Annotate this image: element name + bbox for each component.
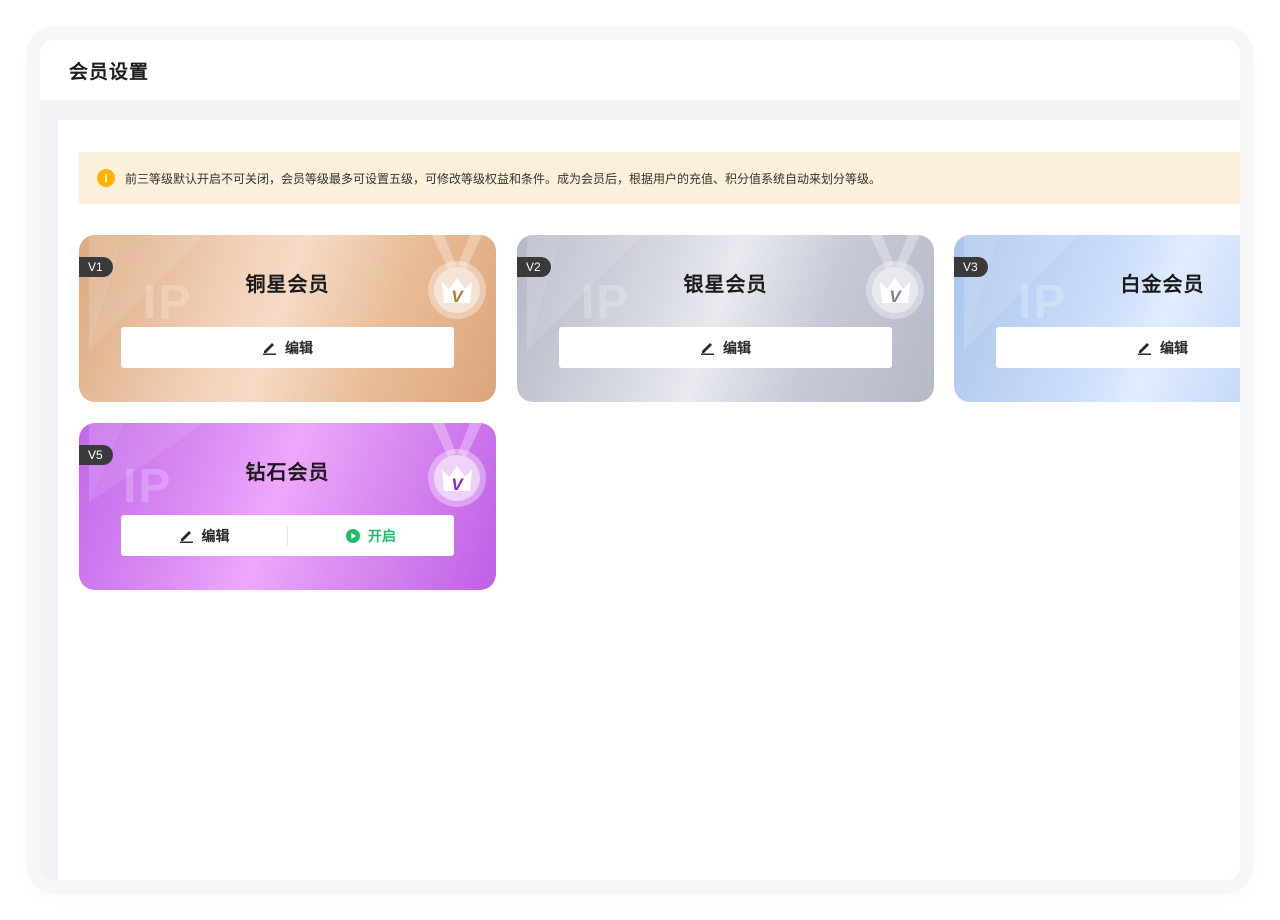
card-action-bar: 编辑 开启 [121,515,454,556]
medal-icon: V [864,235,926,325]
play-circle-icon [346,528,360,543]
page-header: 会员设置 [40,40,1240,100]
edit-label: 编辑 [285,340,313,357]
edit-label: 编辑 [201,528,230,545]
edit-button[interactable]: 编辑 [559,327,892,368]
member-card-platinum: IP V3 白金会员 V 编辑 [954,235,1240,402]
member-card-silver: IP V2 银星会员 V 编辑 [517,235,934,402]
medal-icon: V [426,235,488,325]
notice-banner: i 前三等级默认开启不可关闭，会员等级最多可设置五级，可修改等级权益和条件。成为… [79,152,1240,204]
pencil-icon [262,340,277,355]
card-action-bar: 编辑 [121,327,454,368]
card-action-bar: 编辑 [996,327,1240,368]
edit-button[interactable]: 编辑 [121,327,454,368]
content-panel: i 前三等级默认开启不可关闭，会员等级最多可设置五级，可修改等级权益和条件。成为… [58,120,1240,880]
enable-label: 开启 [368,528,396,545]
medal-icon: V [426,423,488,513]
medal-letter: V [889,287,902,306]
notice-text: 前三等级默认开启不可关闭，会员等级最多可设置五级，可修改等级权益和条件。成为会员… [125,171,882,186]
enable-button[interactable]: 开启 [288,515,454,556]
top-divider-bar [40,100,1240,120]
left-gutter [40,100,58,880]
page-title: 会员设置 [69,60,150,83]
app-frame: 会员设置 i 前三等级默认开启不可关闭，会员等级最多可设置五级，可修改等级权益和… [40,40,1240,880]
info-icon: i [97,169,115,187]
card-title: 白金会员 [1120,272,1205,296]
medal-letter: V [451,287,464,306]
card-action-bar: 编辑 [559,327,892,368]
edit-button[interactable]: 编辑 [121,515,287,556]
pencil-icon [1137,340,1152,355]
edit-button[interactable]: 编辑 [996,327,1240,368]
medal-letter: V [451,475,464,494]
member-card-diamond: IP V5 钻石会员 V 编辑 开启 [79,423,496,590]
pencil-icon [700,340,715,355]
edit-label: 编辑 [723,340,751,357]
v-shape-decoration [964,235,1079,350]
pencil-icon [179,528,194,543]
member-card-bronze: IP V1 铜星会员 V 编辑 [79,235,496,402]
edit-label: 编辑 [1160,340,1188,357]
